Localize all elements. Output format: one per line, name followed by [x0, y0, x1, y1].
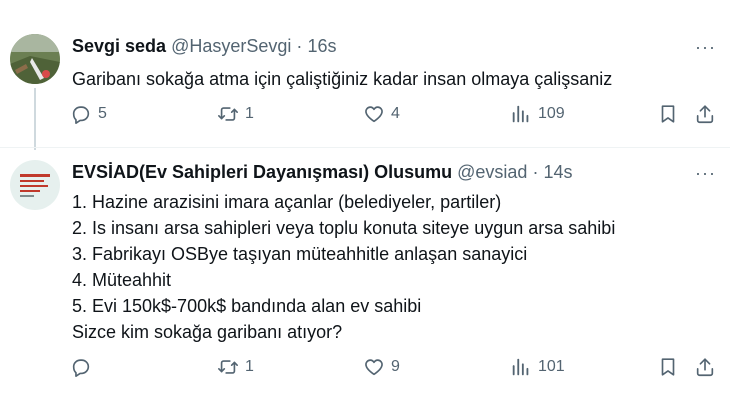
separator: · [532, 162, 539, 182]
like-button[interactable]: 9 [363, 356, 400, 378]
retweet-button[interactable]: 1 [217, 356, 254, 378]
bookmark-button[interactable] [657, 103, 679, 125]
avatar[interactable] [10, 160, 60, 210]
bookmark-icon [661, 358, 675, 376]
action-bar: 5 1 4 109 [0, 103, 730, 133]
like-count: 4 [391, 105, 400, 122]
like-button[interactable]: 4 [363, 103, 400, 125]
views-icon [512, 105, 529, 123]
heart-icon [365, 359, 383, 376]
tweet-text-line: 4. Müteahhit [72, 270, 172, 290]
retweet-icon [218, 107, 238, 121]
tweet-text: Garibanı sokağa atma için çaliştiğiniz k… [72, 66, 612, 92]
views-button[interactable]: 101 [510, 356, 565, 378]
tweet-text-line: 3. Fabrikayı OSBye taşıyan müteahhitle a… [72, 244, 528, 264]
tweet-text-line: Sizce kim sokağa garibanı atıyor? [72, 322, 343, 342]
views-button[interactable]: 109 [510, 103, 565, 125]
display-name[interactable]: EVSİAD(Ev Sahipleri Dayanışması) Olusumu [72, 162, 452, 182]
tweet-text-line: 2. Is insanı arsa sahipleri veya toplu k… [72, 218, 616, 238]
tweet-text-line: 5. Evi 150k$-700k$ bandında alan ev sahi… [72, 296, 422, 316]
separator: · [296, 36, 303, 56]
tweet-header: Sevgi seda @HasyerSevgi · 16s [72, 36, 336, 57]
timestamp[interactable]: 14s [543, 162, 572, 182]
avatar[interactable] [10, 34, 60, 84]
more-options-button[interactable]: ··· [695, 163, 716, 184]
heart-icon [365, 106, 383, 123]
reply-icon [72, 359, 90, 377]
share-button[interactable] [694, 103, 716, 125]
display-name[interactable]: Sevgi seda [72, 36, 166, 56]
more-options-button[interactable]: ··· [695, 37, 716, 58]
like-count: 9 [391, 358, 400, 375]
action-bar: 1 9 101 [0, 356, 730, 386]
tweet-2[interactable]: EVSİAD(Ev Sahipleri Dayanışması) Olusumu… [0, 148, 730, 420]
reply-count: 5 [98, 105, 107, 122]
retweet-button[interactable]: 1 [217, 103, 254, 125]
share-icon [696, 358, 714, 377]
retweet-count: 1 [245, 105, 254, 122]
reply-button[interactable]: 5 [70, 103, 107, 125]
share-button[interactable] [694, 356, 716, 378]
bookmark-button[interactable] [657, 356, 679, 378]
timestamp[interactable]: 16s [307, 36, 336, 56]
retweet-count: 1 [245, 358, 254, 375]
tweet-text-line: Garibanı sokağa atma için çaliştiğiniz k… [72, 69, 613, 89]
user-handle[interactable]: @HasyerSevgi [171, 36, 291, 56]
tweet-text-line: 1. Hazine arazisini imara açanlar (beled… [72, 192, 502, 212]
views-count: 109 [538, 105, 565, 122]
user-handle[interactable]: @evsiad [457, 162, 527, 182]
share-icon [696, 105, 714, 124]
retweet-icon [218, 360, 238, 374]
tweet-header: EVSİAD(Ev Sahipleri Dayanışması) Olusumu… [72, 162, 573, 183]
reply-button[interactable] [70, 356, 98, 378]
views-count: 101 [538, 358, 565, 375]
views-icon [512, 358, 529, 376]
tweet-text: 1. Hazine arazisini imara açanlar (beled… [72, 189, 615, 345]
bookmark-icon [661, 105, 675, 123]
reply-icon [72, 106, 90, 124]
tweet-1[interactable]: Sevgi seda @HasyerSevgi · 16s ··· Gariba… [0, 0, 730, 150]
